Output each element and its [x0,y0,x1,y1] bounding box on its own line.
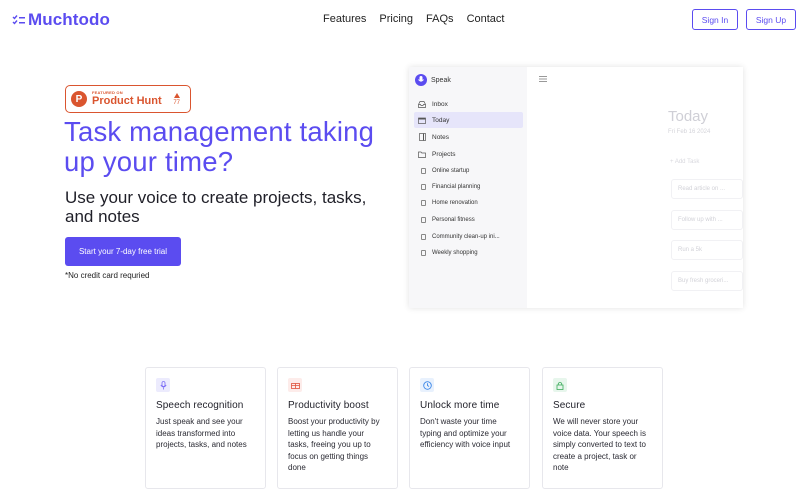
notes-icon [418,133,426,141]
nav-pricing[interactable]: Pricing [379,13,413,25]
preview-nav-label: Projects [432,150,456,158]
feature-title: Speech recognition [156,400,244,411]
product-hunt-badge[interactable]: P FEATURED ON Product Hunt 77 [65,85,191,113]
checklist-icon [12,15,25,25]
sign-up-button[interactable]: Sign Up [746,9,796,30]
feature-card-speech: Speech recognition Just speak and see yo… [145,367,266,489]
project-file-icon [421,234,426,240]
preview-add-task[interactable]: + Add Task [670,159,699,165]
preview-main-title: Today [668,108,709,125]
calendar-icon [418,116,426,124]
hero-subtitle: Use your voice to create projects, tasks… [65,188,367,226]
lock-icon [553,378,567,392]
project-label: Community clean-up ini... [432,234,500,240]
feature-body: Don't waste your time typing and optimiz… [420,417,511,449]
preview-app-name: Speak [431,76,451,84]
preview-task[interactable]: Follow up with ... [671,210,743,230]
preview-project-item[interactable]: Online startup [421,164,469,178]
project-file-icon [421,250,426,256]
gift-icon [288,378,302,392]
preview-project-item[interactable]: Weekly shopping [421,246,478,260]
project-label: Weekly shopping [432,250,478,256]
clock-icon [420,378,434,392]
project-file-icon [421,217,426,223]
preview-nav-label: Inbox [432,100,448,108]
brand-name: Muchtodo [28,10,110,29]
project-label: Home renovation [432,200,478,206]
nav-faqs[interactable]: FAQs [426,13,454,25]
preview-project-item[interactable]: Home renovation [421,196,478,210]
preview-nav-inbox[interactable]: Inbox [414,96,523,112]
preview-nav-notes[interactable]: Notes [414,129,523,145]
project-file-icon [421,200,426,206]
preview-task[interactable]: Read article on ... [671,179,743,199]
preview-header: Speak [415,74,451,86]
project-label: Online startup [432,168,470,174]
badge-votes: 77 [173,92,180,106]
preview-project-item[interactable]: Financial planning [421,180,480,194]
badge-name: Product Hunt [92,95,162,107]
feature-title: Productivity boost [288,400,369,411]
preview-task[interactable]: Run a 5k [671,240,743,260]
feature-body: Just speak and see your ideas transforme… [156,417,247,449]
preview-task[interactable]: Buy fresh groceri... [671,271,743,291]
preview-nav-projects[interactable]: Projects [414,146,523,162]
inbox-icon [418,100,426,108]
feature-title: Unlock more time [420,400,500,411]
feature-body: We will never store your voice data. You… [553,417,646,472]
brand-logo[interactable]: Muchtodo [12,10,110,30]
nav-features[interactable]: Features [323,13,366,25]
main-nav: Features Pricing FAQs Contact [323,13,504,25]
project-file-icon [421,168,426,174]
project-file-icon [421,184,426,190]
feature-title: Secure [553,400,586,411]
microphone-icon [415,74,427,86]
preview-project-item[interactable]: Personal fitness [421,213,475,227]
sign-in-button[interactable]: Sign In [692,9,738,30]
badge-vote-count: 77 [173,99,180,106]
menu-icon[interactable] [539,76,547,82]
no-credit-card-note: *No credit card requried [65,271,150,280]
nav-contact[interactable]: Contact [467,13,505,25]
feature-card-secure: Secure We will never store your voice da… [542,367,663,489]
preview-nav-today[interactable]: Today [414,112,523,128]
start-trial-button[interactable]: Start your 7-day free trial [65,237,181,266]
feature-card-time: Unlock more time Don't waste your time t… [409,367,530,489]
upvote-icon [173,92,180,98]
feature-body: Boost your productivity by letting us ha… [288,417,380,472]
preview-nav-label: Notes [432,133,449,141]
feature-card-productivity: Productivity boost Boost your productivi… [277,367,398,489]
app-preview: Speak Inbox Today Notes Projects Online … [409,67,743,308]
hero-title: Task management taking up your time? [64,116,375,177]
folder-icon [418,150,426,158]
preview-nav-label: Today [432,116,450,124]
project-label: Personal fitness [432,217,475,223]
microphone-icon [156,378,170,392]
preview-date: Fri Feb 16 2024 [668,129,711,135]
product-hunt-logo-icon: P [71,91,87,107]
project-label: Financial planning [432,184,481,190]
preview-project-item[interactable]: Community clean-up ini... [421,230,500,244]
